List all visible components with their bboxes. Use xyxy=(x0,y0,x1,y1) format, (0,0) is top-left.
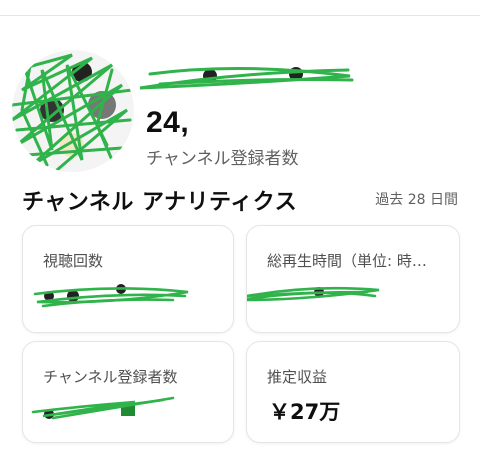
channel-name-redaction-scribble xyxy=(139,66,354,90)
revenue-label: 推定収益 xyxy=(267,368,328,386)
subscriber-count: 24, xyxy=(146,106,190,139)
watch-time-card[interactable]: 総再生時間（単位: 時… xyxy=(246,225,460,333)
watch-time-value-redaction-scribble xyxy=(247,286,380,302)
subscribers-value-redaction-scribble xyxy=(31,396,175,420)
revenue-card[interactable]: 推定収益 ￥27万 xyxy=(246,341,460,443)
analytics-title: チャンネル アナリティクス xyxy=(22,190,298,215)
revenue-value: ￥27万 xyxy=(269,400,341,424)
subscribers-card[interactable]: チャンネル登録者数 xyxy=(22,341,234,443)
avatar-redaction-scribble xyxy=(12,53,134,172)
views-value-redaction-scribble xyxy=(33,284,189,308)
top-divider xyxy=(0,15,480,16)
channel-avatar[interactable] xyxy=(12,50,134,172)
channel-header: 24, チャンネル登録者数 xyxy=(0,20,480,180)
views-card[interactable]: 視聴回数 xyxy=(22,225,234,333)
analytics-period[interactable]: 過去 28 日間 xyxy=(375,189,458,209)
subscriber-label: チャンネル登録者数 xyxy=(146,149,299,169)
subscriber-count-redaction xyxy=(190,113,252,137)
